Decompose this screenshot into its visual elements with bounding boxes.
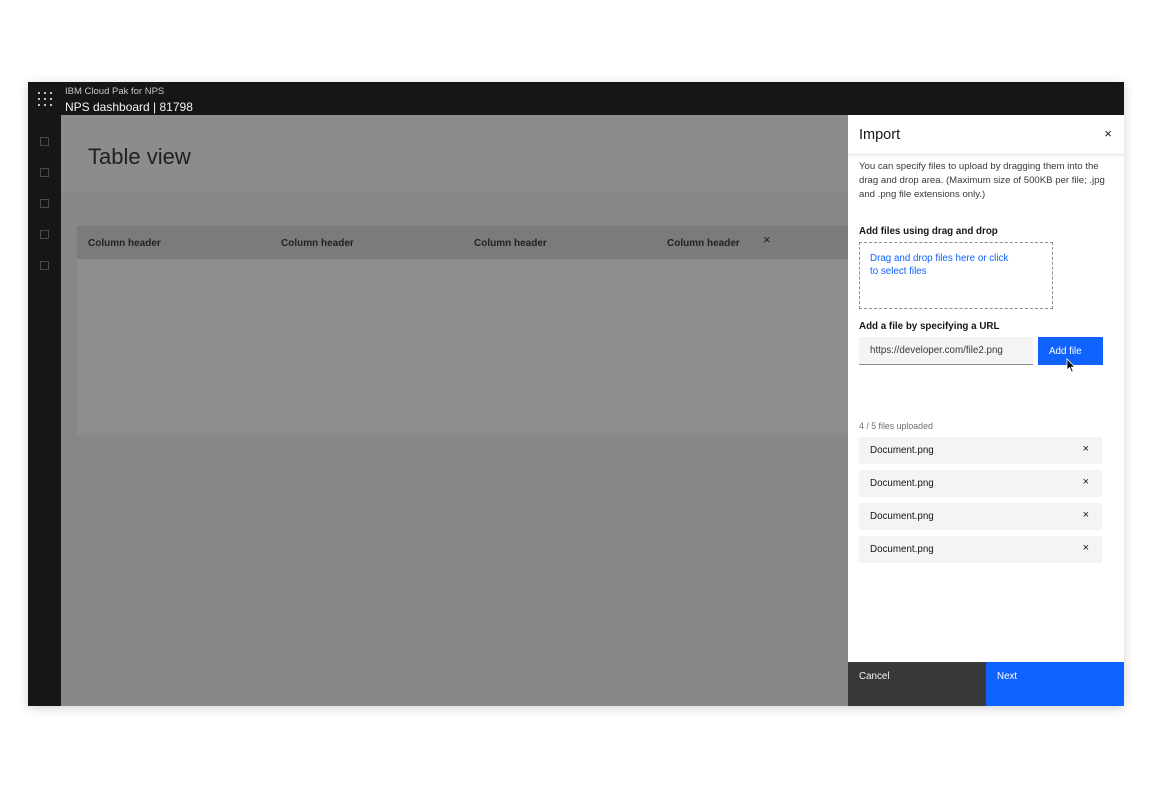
nav-square-icon[interactable] [40,137,49,146]
file-name: Document.png [870,445,934,456]
nav-square-icon[interactable] [40,199,49,208]
file-name: Document.png [870,544,934,555]
url-label: Add a file by specifying a URL [859,321,1000,332]
column-header[interactable]: Column header [474,238,547,249]
dashboard-title: NPS dashboard | 81798 [65,100,193,114]
panel-header: Import × [848,115,1124,155]
side-nav [28,115,61,706]
app-switcher-icon[interactable] [37,91,52,106]
panel-footer: Cancel Next [848,662,1124,706]
mouse-cursor-icon [1066,358,1076,373]
data-table: Column header Column header Column heade… [77,226,977,435]
file-item: Document.png × [859,503,1102,530]
remove-file-icon[interactable]: × [1083,476,1089,488]
product-name: IBM Cloud Pak for NPS [65,86,165,97]
table-header-row: Column header Column header Column heade… [77,226,977,259]
close-icon[interactable]: × [1104,127,1112,141]
file-item: Document.png × [859,536,1102,563]
drag-drop-area[interactable]: Drag and drop files here or click to sel… [859,242,1053,309]
brand: IBM Cloud Pak for NPS NPS dashboard | 81… [65,86,193,115]
close-icon[interactable]: × [763,232,771,247]
panel-description: You can specify files to upload by dragg… [859,161,1105,200]
import-panel: Import × You can specify files to upload… [848,115,1124,706]
file-name: Document.png [870,511,934,522]
nav-square-icon[interactable] [40,261,49,270]
cancel-button[interactable]: Cancel [848,662,986,706]
upload-status: 4 / 5 files uploaded [859,421,933,431]
panel-title: Import [859,127,901,143]
column-header[interactable]: Column header [88,238,161,249]
next-button[interactable]: Next [986,662,1124,706]
remove-file-icon[interactable]: × [1083,443,1089,455]
column-header[interactable]: Column header [281,238,354,249]
drag-drop-label: Add files using drag and drop [859,226,998,237]
file-name: Document.png [870,478,934,489]
nav-square-icon[interactable] [40,168,49,177]
nav-square-icon[interactable] [40,230,49,239]
top-header: IBM Cloud Pak for NPS NPS dashboard | 81… [28,82,1124,115]
page-title: Table view [88,144,191,169]
remove-file-icon[interactable]: × [1083,542,1089,554]
url-input[interactable] [859,337,1033,365]
app-window: IBM Cloud Pak for NPS NPS dashboard | 81… [28,82,1124,706]
file-item: Document.png × [859,470,1102,497]
file-item: Document.png × [859,437,1102,464]
column-header[interactable]: Column header [667,238,740,249]
remove-file-icon[interactable]: × [1083,509,1089,521]
drag-drop-prompt[interactable]: Drag and drop files here or click to sel… [870,253,1010,278]
